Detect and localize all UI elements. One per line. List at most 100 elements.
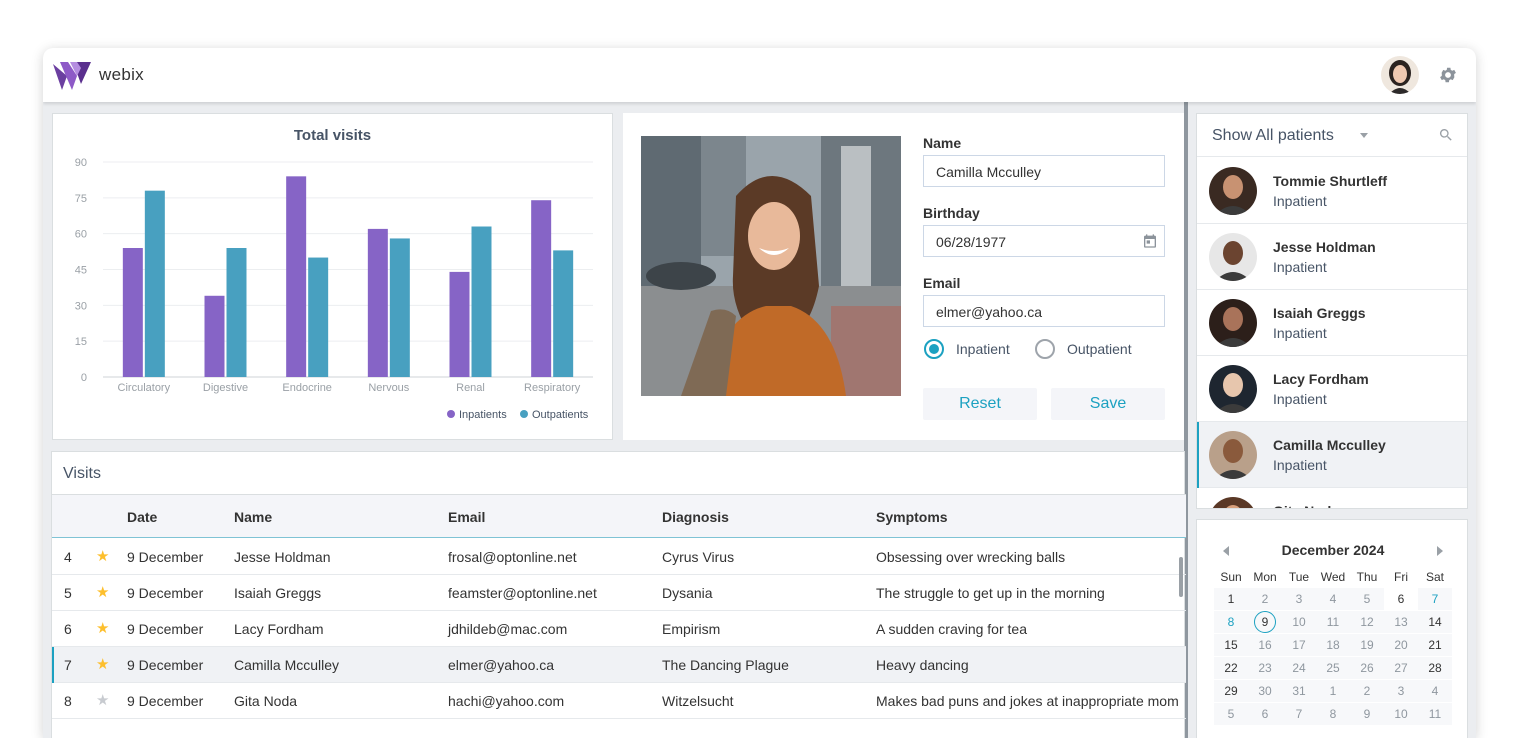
- calendar-day[interactable]: 10: [1384, 703, 1418, 725]
- patient-type: Inpatient: [1273, 193, 1327, 209]
- table-row[interactable]: 7 ★ 9 December Camilla Mcculley elmer@yahoo.…: [52, 647, 1186, 683]
- calendar-next-icon[interactable]: [1437, 546, 1443, 556]
- user-avatar[interactable]: [1381, 56, 1419, 94]
- y-tick-label: 75: [75, 193, 87, 205]
- y-tick-label: 30: [75, 300, 87, 312]
- patient-list-item[interactable]: Camilla Mcculley Inpatient: [1197, 422, 1467, 488]
- patient-avatar: [1209, 299, 1257, 347]
- calendar-day[interactable]: 1: [1316, 680, 1350, 702]
- calendar-weekday: Sat: [1425, 570, 1444, 584]
- row-email: hachi@yahoo.com: [448, 693, 565, 709]
- calendar-day[interactable]: 9: [1248, 611, 1282, 633]
- email-input[interactable]: elmer@yahoo.ca: [923, 295, 1165, 327]
- table-row[interactable]: 4 ★ 9 December Jesse Holdman frosal@optonlin…: [52, 539, 1186, 575]
- star-icon[interactable]: ★: [96, 547, 109, 565]
- calendar-day[interactable]: 8: [1214, 611, 1248, 633]
- calendar-day[interactable]: 9: [1350, 703, 1384, 725]
- calendar-month-label[interactable]: December 2024: [1197, 542, 1469, 558]
- row-id: 6: [64, 621, 72, 637]
- patient-avatar: [1209, 365, 1257, 413]
- reset-button[interactable]: Reset: [923, 388, 1037, 420]
- calendar-day[interactable]: 5: [1214, 703, 1248, 725]
- radio-unselected-icon: [1035, 339, 1055, 359]
- column-header-date[interactable]: Date: [127, 509, 157, 525]
- calendar-day[interactable]: 23: [1248, 657, 1282, 679]
- save-button[interactable]: Save: [1051, 388, 1165, 420]
- calendar-day[interactable]: 16: [1248, 634, 1282, 656]
- search-icon[interactable]: [1438, 127, 1454, 143]
- patient-list-item[interactable]: Lacy Fordham Inpatient: [1197, 356, 1467, 422]
- calendar-day[interactable]: 14: [1418, 611, 1452, 633]
- calendar-day[interactable]: 11: [1316, 611, 1350, 633]
- row-symptoms: A sudden craving for tea: [876, 621, 1027, 637]
- calendar-day[interactable]: 12: [1350, 611, 1384, 633]
- star-icon[interactable]: ★: [96, 655, 109, 673]
- calendar-day[interactable]: 27: [1384, 657, 1418, 679]
- calendar-icon[interactable]: [1142, 233, 1158, 249]
- star-icon[interactable]: ★: [96, 691, 109, 709]
- app-window: webix Total visits 0 15 30 45 60 75 90 Circulat…: [43, 48, 1476, 738]
- calendar-day[interactable]: 18: [1316, 634, 1350, 656]
- calendar-day[interactable]: 8: [1316, 703, 1350, 725]
- radio-inpatient-label: Inpatient: [956, 341, 1010, 357]
- patient-list-item[interactable]: Tommie Shurtleff Inpatient: [1197, 158, 1467, 224]
- calendar-day[interactable]: 7: [1418, 588, 1452, 610]
- calendar-day[interactable]: 30: [1248, 680, 1282, 702]
- calendar-day[interactable]: 21: [1418, 634, 1452, 656]
- table-scrollbar[interactable]: [1179, 557, 1183, 597]
- calendar-day[interactable]: 3: [1384, 680, 1418, 702]
- column-header-diagnosis[interactable]: Diagnosis: [662, 509, 729, 525]
- bar-outpatients: [144, 190, 165, 377]
- calendar-day[interactable]: 26: [1350, 657, 1384, 679]
- star-icon[interactable]: ★: [96, 619, 109, 637]
- calendar-day[interactable]: 11: [1418, 703, 1452, 725]
- row-id: 7: [64, 657, 72, 673]
- table-row[interactable]: 8 ★ 9 December Gita Noda hachi@yahoo.com Witz…: [52, 683, 1186, 719]
- calendar-day[interactable]: 10: [1282, 611, 1316, 633]
- name-label: Name: [923, 135, 962, 151]
- calendar-day[interactable]: 4: [1418, 680, 1452, 702]
- calendar-panel: December 2024 Sun Mon Tue Wed Thu Fri Sat 1 2 3 4 5…: [1196, 519, 1468, 738]
- calendar-day[interactable]: 20: [1384, 634, 1418, 656]
- calendar-day[interactable]: 24: [1282, 657, 1316, 679]
- calendar-day[interactable]: 29: [1214, 680, 1248, 702]
- patient-list-item[interactable]: Isaiah Greggs Inpatient: [1197, 290, 1467, 356]
- calendar-day[interactable]: 4: [1316, 588, 1350, 610]
- patients-list-panel: Show All patients Tommie Shurtleff Inpat…: [1196, 113, 1468, 509]
- calendar-day[interactable]: 7: [1282, 703, 1316, 725]
- radio-inpatient[interactable]: Inpatient: [924, 339, 1010, 359]
- radio-outpatient[interactable]: Outpatient: [1035, 339, 1132, 359]
- row-id: 4: [64, 549, 72, 565]
- chevron-down-icon[interactable]: [1360, 133, 1368, 138]
- calendar-day[interactable]: 19: [1350, 634, 1384, 656]
- calendar-day[interactable]: 17: [1282, 634, 1316, 656]
- calendar-day[interactable]: 6: [1248, 703, 1282, 725]
- calendar-day[interactable]: 3: [1282, 588, 1316, 610]
- y-tick-label: 45: [75, 265, 87, 277]
- column-header-symptoms[interactable]: Symptoms: [876, 509, 948, 525]
- star-icon[interactable]: ★: [96, 583, 109, 601]
- patient-name: Jesse Holdman: [1273, 239, 1376, 255]
- name-input[interactable]: Camilla Mcculley: [923, 155, 1165, 187]
- patient-list-item[interactable]: Gita Noda: [1197, 488, 1467, 508]
- calendar-day[interactable]: 2: [1248, 588, 1282, 610]
- calendar-day[interactable]: 31: [1282, 680, 1316, 702]
- patients-filter-select[interactable]: Show All patients: [1212, 127, 1334, 145]
- calendar-day[interactable]: 5: [1350, 588, 1384, 610]
- table-row[interactable]: 6 ★ 9 December Lacy Fordham jdhildeb@mac.com…: [52, 611, 1186, 647]
- calendar-day[interactable]: 2: [1350, 680, 1384, 702]
- x-tick-label: Endocrine: [282, 382, 332, 394]
- table-row[interactable]: 5 ★ 9 December Isaiah Greggs feamster@optonl…: [52, 575, 1186, 611]
- patient-list-item[interactable]: Jesse Holdman Inpatient: [1197, 224, 1467, 290]
- calendar-day[interactable]: 1: [1214, 588, 1248, 610]
- calendar-day[interactable]: 22: [1214, 657, 1248, 679]
- column-header-email[interactable]: Email: [448, 509, 485, 525]
- calendar-day[interactable]: 6: [1384, 588, 1418, 610]
- settings-gear-icon[interactable]: [1438, 65, 1458, 85]
- calendar-day[interactable]: 15: [1214, 634, 1248, 656]
- calendar-day[interactable]: 28: [1418, 657, 1452, 679]
- column-header-name[interactable]: Name: [234, 509, 272, 525]
- calendar-day[interactable]: 25: [1316, 657, 1350, 679]
- calendar-day[interactable]: 13: [1384, 611, 1418, 633]
- birthday-datepicker[interactable]: 06/28/1977: [923, 225, 1165, 257]
